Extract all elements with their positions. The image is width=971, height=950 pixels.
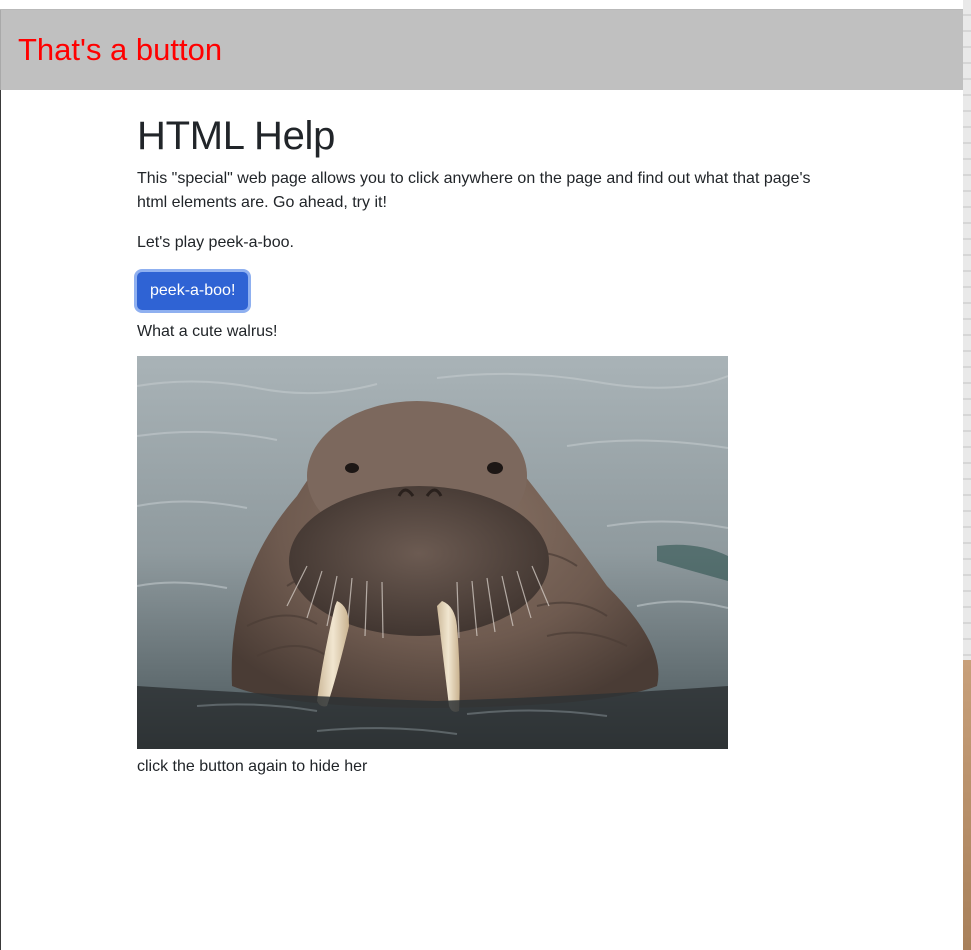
peek-prompt: Let's play peek-a-boo. (137, 234, 294, 251)
desktop-wallpaper-fragment (963, 660, 971, 950)
window-left-edge (0, 90, 1, 950)
walrus-image (137, 356, 728, 749)
banner-message: That's a button (18, 32, 223, 67)
main-content: HTML Help This "special" web page allows… (137, 110, 857, 779)
image-caption: What a cute walrus! (137, 323, 278, 340)
peek-a-boo-button[interactable]: peek-a-boo! (137, 272, 249, 310)
element-info-banner: That's a button (0, 10, 963, 90)
browser-page: That's a button HTML Help This "special"… (0, 0, 971, 950)
hide-instruction: click the button again to hide her (137, 758, 368, 775)
desktop-background-strip (963, 0, 971, 950)
page-title: HTML Help (137, 114, 336, 158)
window-top-edge (0, 0, 963, 10)
intro-paragraph: This "special" web page allows you to cl… (137, 170, 811, 211)
